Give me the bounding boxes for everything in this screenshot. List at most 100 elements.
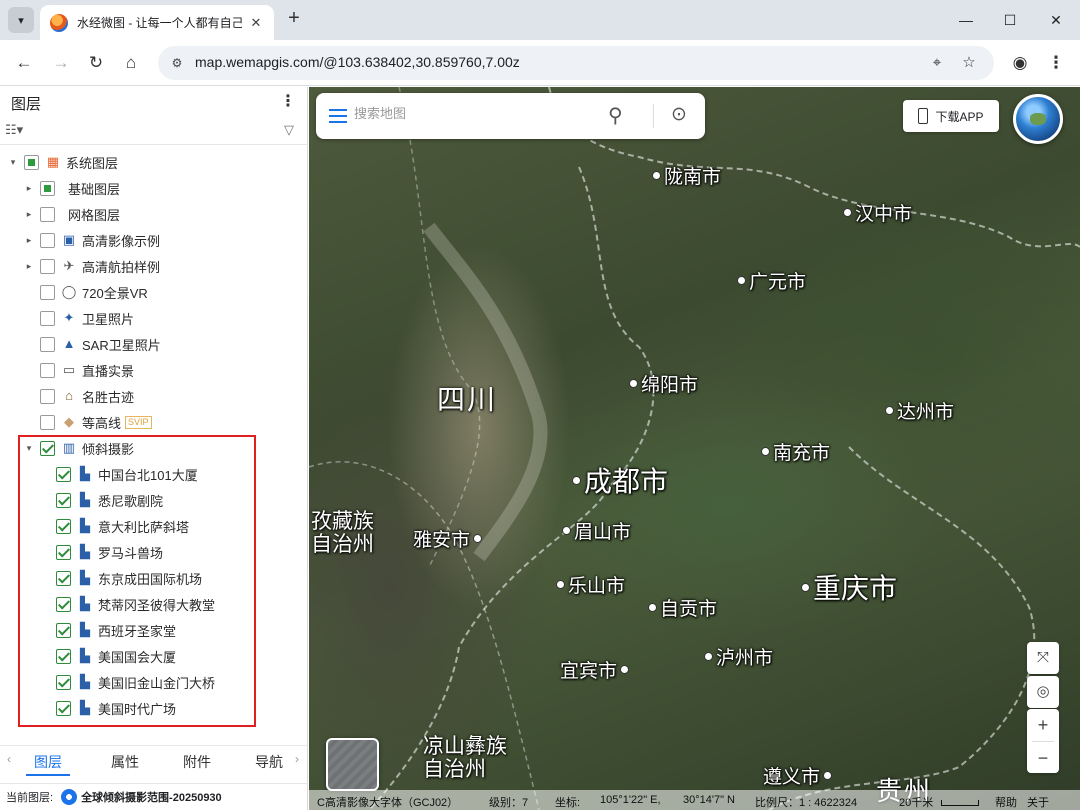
browser-tab[interactable]: 水经微图 - 让每一个人都有自己的地图 ✕	[40, 5, 274, 40]
layer-checkbox[interactable]	[40, 310, 55, 326]
tab-attachments[interactable]: 附件	[183, 752, 211, 772]
download-app-button[interactable]: 下载APP	[903, 100, 999, 132]
site-info-icon[interactable]: ⚙	[166, 52, 188, 74]
tab-list-button[interactable]: ▾	[8, 7, 34, 33]
city-label[interactable]: 眉山市	[562, 517, 634, 544]
browser-menu-icon[interactable]: ⋮	[1043, 50, 1069, 76]
city-label[interactable]: 达州市	[885, 397, 957, 424]
city-label[interactable]: 乐山市	[556, 571, 628, 598]
layer-label: 卫星照片	[82, 311, 135, 327]
expand-arrow-icon[interactable]: ▸	[24, 183, 34, 194]
expand-arrow-icon[interactable]: ▸	[24, 235, 34, 246]
layer-tree-row[interactable]: ▭ 直播实景	[24, 357, 134, 383]
help-link[interactable]: 帮助	[995, 794, 1017, 810]
layer-label: 基础图层	[68, 181, 121, 197]
forward-button[interactable]: →	[48, 50, 74, 76]
map-status-bar: C高清影像大字体（GCJ02） 级别：7 坐标: 105°1'22" E, 30…	[309, 790, 1080, 810]
city-label[interactable]: 雅安市	[410, 525, 483, 552]
svip-badge: SVIP	[125, 415, 152, 429]
tab-properties[interactable]: 属性	[111, 752, 139, 772]
tab-layers[interactable]: 图层	[34, 752, 62, 772]
expand-arrow-icon[interactable]: ▾	[8, 157, 18, 168]
city-dot-icon	[737, 276, 746, 285]
map-view[interactable]: ⚲ ⊙ 下载APP 四川 孜藏族 自治州 凉山彝族 自治州 贵州 陇南市汉中市广…	[309, 87, 1080, 810]
layer-checkbox[interactable]	[40, 388, 55, 404]
vr-icon: ◯	[61, 284, 77, 299]
reload-button[interactable]: ↻	[83, 50, 109, 76]
layer-tree-row[interactable]: ◆ 等高线 SVIP	[24, 409, 152, 435]
layer-checkbox[interactable]	[40, 206, 55, 222]
profile-icon[interactable]: ◉	[1007, 50, 1033, 76]
city-label[interactable]: 南充市	[761, 438, 833, 465]
location-pin-icon[interactable]: ⌖	[926, 52, 948, 74]
city-name: 自贡市	[660, 599, 718, 620]
layer-tree-row[interactable]: ◯ 720全景VR	[24, 279, 148, 305]
city-label[interactable]: 汉中市	[843, 199, 915, 226]
city-label[interactable]: 遵义市	[760, 762, 833, 789]
fullscreen-button[interactable]: ⤧	[1027, 642, 1059, 674]
expand-arrow-icon[interactable]: ▸	[24, 261, 34, 272]
city-dot-icon	[629, 379, 638, 388]
city-label[interactable]: 重庆市	[801, 567, 900, 607]
city-name: 绵阳市	[641, 375, 699, 396]
basemap-switcher[interactable]	[326, 738, 379, 791]
map-search-input[interactable]	[354, 106, 594, 121]
maximize-button[interactable]: ☐	[990, 8, 1030, 32]
tabs-scroll-left-icon[interactable]: ‹	[7, 752, 11, 766]
layer-label: 高清航拍样例	[82, 259, 161, 275]
layer-checkbox[interactable]	[40, 180, 55, 196]
layer-tree-row[interactable]: ▾ ▦ 系统图层	[8, 149, 118, 175]
new-tab-button[interactable]: +	[282, 7, 306, 30]
layer-tree-row[interactable]: ✦ 卫星照片	[24, 305, 134, 331]
city-label[interactable]: 陇南市	[652, 162, 724, 189]
layer-tree-row[interactable]: ▸ 基础图层	[24, 175, 120, 201]
zoom-out-button[interactable]: −	[1027, 742, 1059, 774]
status-level: 级别：7	[489, 797, 529, 809]
layer-tree-row[interactable]: ⌂ 名胜古迹	[24, 383, 134, 409]
city-label[interactable]: 自贡市	[648, 594, 720, 621]
search-icon[interactable]: ⚲	[608, 103, 623, 128]
layer-tree-row[interactable]: ▸ ▣ 高清影像示例	[24, 227, 160, 253]
tab-navigation[interactable]: 导航	[255, 752, 283, 772]
city-dot-icon	[704, 652, 713, 661]
panel-more-icon[interactable]: ⋮	[280, 91, 296, 111]
contour-icon: ◆	[64, 414, 74, 429]
layer-checkbox[interactable]	[40, 362, 55, 378]
close-window-button[interactable]: ✕	[1036, 8, 1076, 32]
city-label[interactable]: 广元市	[737, 267, 809, 294]
locate-button[interactable]: ◎	[1027, 676, 1059, 708]
map-search-bar: ⚲ ⊙	[316, 93, 705, 139]
zoom-in-button[interactable]: +	[1027, 709, 1059, 741]
layer-tree-row[interactable]: ▸ ✈ 高清航拍样例	[24, 253, 160, 279]
expand-arrow-icon[interactable]: ▸	[24, 209, 34, 220]
layer-checkbox[interactable]	[40, 232, 55, 248]
city-label[interactable]: 宜宾市	[557, 656, 630, 683]
layer-checkbox[interactable]	[24, 154, 39, 170]
layer-checkbox[interactable]	[40, 258, 55, 274]
layer-tree-row[interactable]: ▸ 网格图层	[24, 201, 120, 227]
globe-view-icon[interactable]	[1013, 94, 1063, 144]
home-button[interactable]: ⌂	[118, 50, 144, 76]
close-tab-icon[interactable]: ✕	[248, 15, 264, 31]
address-bar[interactable]: ⚙ map.wemapgis.com/@103.638402,30.859760…	[158, 46, 994, 80]
city-label[interactable]: 绵阳市	[629, 370, 701, 397]
layer-checkbox[interactable]	[40, 284, 55, 300]
list-view-icon[interactable]: ☷▾	[5, 122, 23, 138]
layer-checkbox[interactable]	[40, 336, 55, 352]
status-scale: 比例尺：1 : 4622324	[755, 797, 858, 809]
layer-tree-row[interactable]: ▲ SAR卫星照片	[24, 331, 161, 357]
location-icon[interactable]: ⊙	[671, 103, 687, 126]
tabs-scroll-right-icon[interactable]: ›	[295, 752, 299, 766]
layer-checkbox[interactable]	[40, 414, 55, 430]
back-button[interactable]: ←	[11, 50, 37, 76]
bookmark-star-icon[interactable]: ☆	[958, 52, 980, 74]
city-name: 泸州市	[716, 648, 774, 669]
minimize-button[interactable]: —	[946, 8, 986, 32]
menu-icon[interactable]	[329, 109, 347, 123]
filter-icon[interactable]: ▽	[284, 122, 294, 138]
temple-icon: ⌂	[65, 388, 73, 403]
city-label[interactable]: 泸州市	[704, 643, 776, 670]
about-link[interactable]: 关于	[1027, 794, 1049, 810]
city-dot-icon	[801, 582, 810, 592]
city-label[interactable]: 成都市	[572, 460, 671, 500]
